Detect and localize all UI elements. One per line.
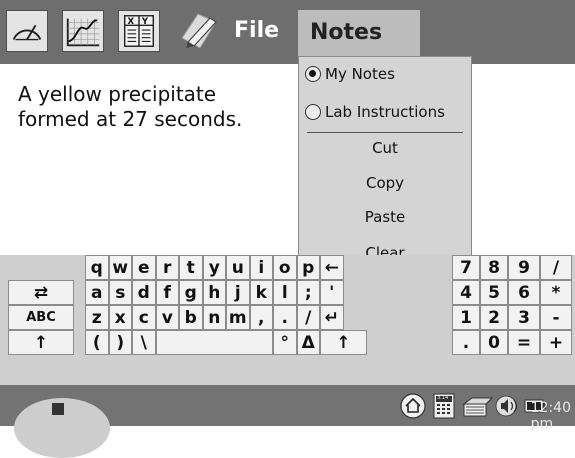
key-row2-3[interactable]: f [155,280,179,305]
key-row3-5[interactable]: n [202,305,226,330]
menu-item-cut[interactable]: Cut [299,133,471,165]
calculator-label: 3.14 [437,395,449,401]
key-row3-1[interactable]: x [108,305,132,330]
key-row4-5[interactable]: Δ [296,330,320,355]
key-row1-8[interactable]: o [273,255,297,280]
menu-item-label: Copy [365,174,405,192]
numpad-key-1-2[interactable]: 6 [508,280,540,305]
key-row1-10[interactable]: ← [320,255,344,280]
key-row2-5[interactable]: h [202,280,226,305]
key-row1-5[interactable]: y [202,255,226,280]
notes-dropdown-menu: My Notes Lab Instructions Cut Copy Paste… [298,56,472,274]
calculator-icon[interactable]: 3.14 [432,392,456,420]
key-row4-2[interactable]: \ [132,330,156,355]
toolbar: X Y File Notes [0,0,575,64]
key-row4-0[interactable]: ( [85,330,109,355]
svg-text:Y: Y [141,17,149,27]
numpad-key-0-0[interactable]: 7 [452,255,480,280]
numpad-key-3-0[interactable]: . [452,330,480,355]
key-row3-9[interactable]: / [296,305,320,330]
abc-key[interactable]: ABC [8,305,74,330]
key-row2-7[interactable]: k [249,280,273,305]
notes-menu-label: Notes [310,20,383,45]
menu-item-label: Cut [372,139,398,157]
meter-icon[interactable] [6,10,48,52]
menu-item-paste[interactable]: Paste [299,202,471,234]
numpad-key-2-1[interactable]: 2 [480,305,508,330]
stop-icon [52,403,64,415]
key-row3-2[interactable]: c [132,305,156,330]
notes-menu[interactable]: Notes [298,10,420,62]
key-row2-8[interactable]: l [273,280,297,305]
menu-item-label: Lab Instructions [325,103,445,121]
key-row4-1[interactable]: ) [108,330,132,355]
menu-item-lab-instructions[interactable]: Lab Instructions [299,97,471,129]
key-row4-4[interactable]: ° [273,330,297,355]
key-row1-3[interactable]: r [155,255,179,280]
numpad-key-0-2[interactable]: 9 [508,255,540,280]
key-row4-6[interactable]: ↑ [320,330,367,355]
volume-icon[interactable] [494,392,524,420]
svg-text:X: X [128,17,135,27]
on-screen-keyboard: ⇄ ABC ↑ q w e r t y u i o p ← a s d f g h j k l; ' z x c v b n m,. / ↵()… [0,255,575,385]
key-row3-6[interactable]: m [226,305,250,330]
numpad-key-0-3[interactable]: / [540,255,572,280]
note-text-area[interactable]: A yellow precipitate formed at 27 second… [18,82,288,132]
numpad-key-3-1[interactable]: 0 [480,330,508,355]
key-row1-6[interactable]: u [226,255,250,280]
key-row3-8[interactable]: . [273,305,297,330]
key-row2-2[interactable]: d [132,280,156,305]
menu-item-label: Paste [364,208,406,226]
key-row2-1[interactable]: s [108,280,132,305]
numpad-key-1-1[interactable]: 5 [480,280,508,305]
key-row3-10[interactable]: ↵ [320,305,344,330]
tab-key[interactable]: ⇄ [8,280,74,305]
pencil-icon[interactable] [178,12,222,52]
radio-selected-icon [305,66,321,82]
key-row2-9[interactable]: ; [296,280,320,305]
keyboard-icon[interactable] [462,392,494,420]
file-menu[interactable]: File [234,18,279,43]
radio-unselected-icon [305,104,321,120]
space-key[interactable] [155,330,273,355]
key-row1-7[interactable]: i [249,255,273,280]
key-row1-4[interactable]: t [179,255,203,280]
numpad-key-1-0[interactable]: 4 [452,280,480,305]
numpad-key-3-2[interactable]: = [508,330,540,355]
graph-icon[interactable] [62,10,104,52]
clock: 12:40 pm [530,400,571,432]
menu-item-copy[interactable]: Copy [299,168,471,200]
numpad-key-1-3[interactable]: * [540,280,572,305]
key-row1-2[interactable]: e [132,255,156,280]
table-icon[interactable]: X Y [118,10,160,52]
key-row2-0[interactable]: a [85,280,109,305]
key-row1-0[interactable]: q [85,255,109,280]
numpad-key-2-2[interactable]: 3 [508,305,540,330]
key-row3-4[interactable]: b [179,305,203,330]
menu-item-label: My Notes [325,65,395,83]
home-icon[interactable] [400,392,426,420]
key-row3-7[interactable]: , [249,305,273,330]
key-row2-6[interactable]: j [226,280,250,305]
shift-key[interactable]: ↑ [8,330,74,355]
numpad-key-3-3[interactable]: + [540,330,572,355]
numpad-key-0-1[interactable]: 8 [480,255,508,280]
key-row2-10[interactable]: ' [320,280,344,305]
numpad-key-2-3[interactable]: - [540,305,572,330]
numpad-key-2-0[interactable]: 1 [452,305,480,330]
key-row3-0[interactable]: z [85,305,109,330]
key-row2-4[interactable]: g [179,280,203,305]
key-row3-3[interactable]: v [155,305,179,330]
menu-item-my-notes[interactable]: My Notes [299,59,471,91]
key-row1-9[interactable]: p [296,255,320,280]
key-row1-1[interactable]: w [108,255,132,280]
